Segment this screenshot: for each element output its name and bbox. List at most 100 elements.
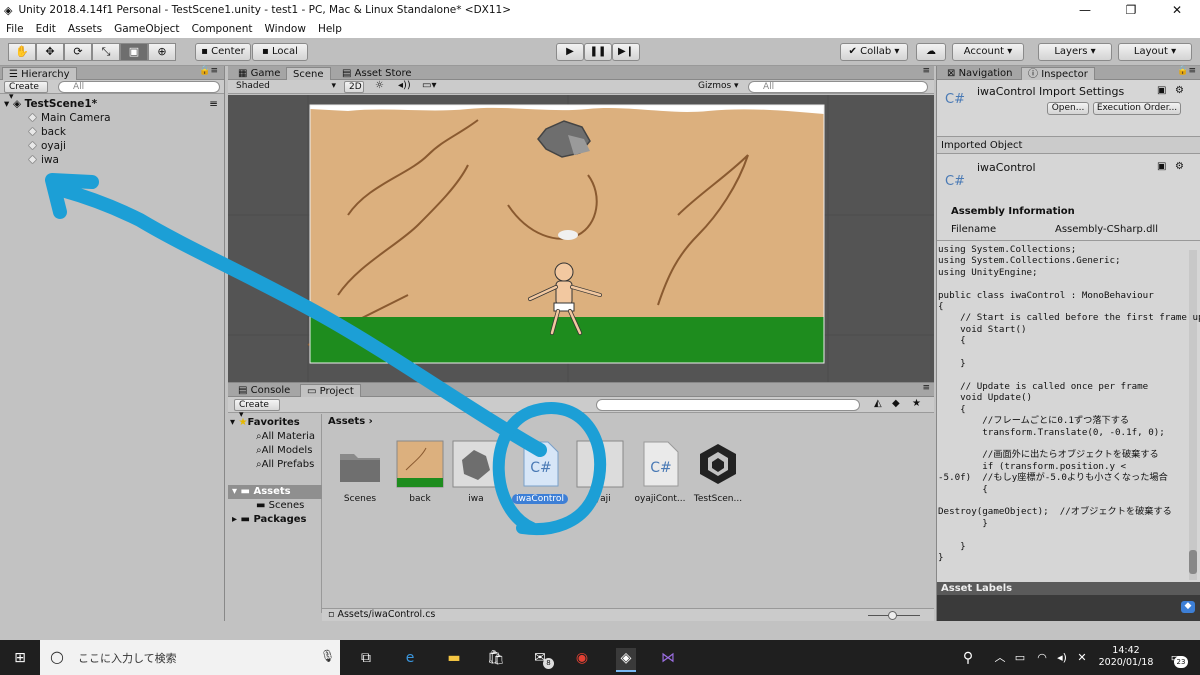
hand-tool-icon[interactable]: ✋ [8,43,36,61]
tab-asset-store[interactable]: ▤ Asset Store [336,67,418,80]
project-create-dropdown[interactable]: Create ▾ [234,399,280,420]
tab-project[interactable]: ▭ Project [300,384,361,397]
mail-icon[interactable]: ✉ 8 [530,648,554,669]
step-button[interactable]: ▶❙ [612,43,640,61]
volume-icon[interactable]: ◂) [1052,648,1072,668]
menu-window[interactable]: Window [259,23,312,35]
transform-tool-icon[interactable]: ⊕ [148,43,176,61]
fav-all-prefabs[interactable]: ⌕All Prefabs [256,458,314,472]
scene-viewport[interactable] [228,95,934,382]
tab-scene[interactable]: Scene [286,67,331,80]
filter-type-icon[interactable]: ◭ [874,398,882,409]
maximize-button[interactable]: ❐ [1108,0,1154,20]
breadcrumb[interactable]: Assets › [328,416,373,427]
shading-dropdown[interactable]: Shaded ▾ [232,81,338,93]
pivot-local-button[interactable]: ▪ Local [252,43,308,61]
asset-scenes-folder[interactable]: Scenes [332,440,388,504]
favorites-row[interactable]: ▾ ★Favorites [230,416,300,430]
close-button[interactable]: ✕ [1154,0,1200,20]
panel-menu-icon[interactable]: 🔒≡ [199,66,218,76]
scrollbar-thumb[interactable] [1189,550,1197,574]
mode-2d-toggle[interactable]: 2D [344,81,364,93]
move-tool-icon[interactable]: ✥ [36,43,64,61]
tag-icon[interactable]: ◆ [1181,601,1195,613]
settings-gear-icon[interactable]: ⚙ [1175,161,1184,172]
fav-all-models[interactable]: ⌕All Models [256,444,312,458]
tab-inspector[interactable]: ⓘ Inspector [1021,67,1095,80]
store-icon[interactable]: 🛍 [486,648,506,668]
panel-menu-icon[interactable]: 🔒≡ [1177,66,1196,76]
file-explorer-icon[interactable]: ▬ [444,648,464,668]
tab-navigation[interactable]: ⊠ Navigation [941,67,1019,80]
code-scrollbar[interactable] [1189,250,1197,580]
taskbar-clock[interactable]: 14:42 2020/01/18 [1096,645,1156,669]
audio-icon[interactable]: ◂)) [398,80,411,91]
panel-menu-icon[interactable]: ≡ [922,66,930,76]
hierarchy-create-dropdown[interactable]: Create ▾ [4,81,48,102]
menu-help[interactable]: Help [312,23,348,35]
edge-browser-icon[interactable]: e [400,648,420,668]
effects-icon[interactable]: ▭▾ [422,80,436,91]
favorite-star-icon[interactable]: ★ [912,398,921,409]
collab-button[interactable]: ✔ Collab ▾ [840,43,908,61]
hierarchy-item-iwa[interactable]: iwa [0,153,224,167]
minimize-button[interactable]: — [1062,0,1108,20]
asset-oyajicontroller[interactable]: C# oyajiCont... [632,440,688,504]
menu-gameobject[interactable]: GameObject [108,23,185,35]
execution-order-button[interactable]: Execution Order... [1093,102,1181,115]
chrome-icon[interactable]: ◉ [572,648,592,668]
menu-assets[interactable]: Assets [62,23,108,35]
account-dropdown[interactable]: Account ▾ [952,43,1024,61]
asset-testscene[interactable]: TestScen... [690,440,746,504]
asset-iwa[interactable]: iwa [448,440,504,504]
rotate-tool-icon[interactable]: ⟳ [64,43,92,61]
scenes-folder-row[interactable]: ▬ Scenes [256,499,304,513]
scale-tool-icon[interactable]: ⤡ [92,43,120,61]
help-icon[interactable]: ▣ [1157,85,1166,96]
hierarchy-item-back[interactable]: back [0,125,224,139]
layers-dropdown[interactable]: Layers ▾ [1038,43,1112,61]
people-icon[interactable]: ⚲ [958,648,978,668]
settings-gear-icon[interactable]: ⚙ [1175,85,1184,96]
ime-icon[interactable]: ✕ [1072,648,1092,668]
fav-all-materials[interactable]: ⌕All Materia [256,430,315,444]
tab-hierarchy[interactable]: ☰ Hierarchy [2,67,77,80]
battery-icon[interactable]: ▭ [1010,648,1030,668]
panel-menu-icon[interactable]: ≡ [922,383,930,393]
visual-studio-icon[interactable]: ⋈ [658,648,678,668]
windows-start-icon[interactable]: ⊞ [10,648,30,668]
menu-component[interactable]: Component [186,23,259,35]
scene-root-row[interactable]: ▾ ◈ TestScene1* ≡ [0,97,224,111]
help-icon[interactable]: ▣ [1157,161,1166,172]
open-button[interactable]: Open... [1047,102,1089,115]
scene-search-input[interactable]: All [748,81,928,93]
pivot-center-button[interactable]: ▪ Center [195,43,251,61]
gizmos-dropdown[interactable]: Gizmos ▾ [694,81,744,93]
asset-oyaji[interactable]: oyaji [572,440,628,504]
slider-thumb[interactable] [888,611,897,620]
tab-console[interactable]: ▤ Console [232,384,296,397]
hierarchy-search-input[interactable]: All [58,81,220,93]
wifi-icon[interactable]: ◠ [1032,648,1052,668]
action-center-icon[interactable]: ▭23 [1166,648,1188,668]
unity-app-icon[interactable]: ◈ [616,648,636,672]
menu-edit[interactable]: Edit [30,23,62,35]
rect-tool-icon[interactable]: ▣ [120,43,148,61]
filter-label-icon[interactable]: ◆ [892,398,900,409]
cloud-button[interactable]: ☁ [916,43,946,61]
hierarchy-item-oyaji[interactable]: oyaji [0,139,224,153]
lighting-icon[interactable]: ☼ [375,80,384,91]
asset-back[interactable]: back [392,440,448,504]
assets-folder-row[interactable]: ▾ ▬ Assets [228,485,322,499]
menu-file[interactable]: File [0,23,30,35]
task-view-icon[interactable]: ⧉ [356,648,376,668]
play-button[interactable]: ▶ [556,43,584,61]
scene-menu-icon[interactable]: ≡ [209,97,218,111]
packages-folder-row[interactable]: ▸ ▬ Packages [232,513,306,527]
layout-dropdown[interactable]: Layout ▾ [1118,43,1192,61]
asset-iwacontrol[interactable]: C# iwaControl [512,440,568,504]
show-hidden-icons[interactable]: ︿ [990,648,1010,668]
taskbar-search-box[interactable]: ○ ここに入力して検索 🎙 [40,640,340,675]
pause-button[interactable]: ❚❚ [584,43,612,61]
project-search-input[interactable] [596,399,860,411]
